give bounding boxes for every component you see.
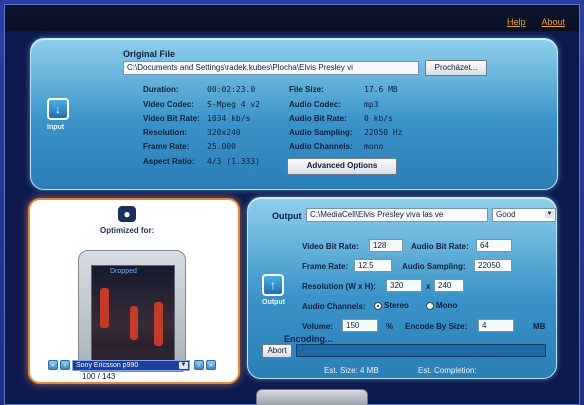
frame-rate-label: Frame Rate: (143, 142, 190, 151)
prev-icon[interactable]: ‹ (60, 360, 70, 370)
estimated-size: Est. Size: 4 MB (324, 366, 379, 375)
file-size-label: File Size: (289, 85, 324, 94)
top-bar: Help About (5, 5, 579, 31)
device-icon: ● (118, 206, 136, 222)
audio-sampling-label: Audio Sampling: (402, 262, 466, 271)
next-icon[interactable]: › (194, 360, 204, 370)
output-path-field[interactable]: C:\MediaCell\Elvis Presley viva las ve (306, 208, 488, 222)
video-bit-rate-input[interactable]: 128 (369, 239, 403, 252)
top-links: Help About (507, 17, 565, 27)
audio-channels-value: mono (364, 142, 384, 151)
next-last-icon[interactable]: » (206, 360, 216, 370)
chevron-down-icon: ▼ (545, 211, 554, 218)
input-section-label: Input (47, 124, 65, 131)
device-select[interactable]: Sony Ericsson p990 ▼ (72, 360, 190, 371)
radio-selected-icon (374, 301, 382, 310)
radio-unselected-icon (426, 301, 434, 310)
output-icon: ↑ (262, 274, 284, 296)
video-preview-screen: Dropped (91, 265, 175, 365)
audio-bit-rate-value: 0 kb/s (364, 114, 393, 123)
device-counter: 100 / 143 (82, 372, 116, 381)
audio-codec-value: mp3 (364, 100, 379, 109)
performer-figure (100, 288, 109, 328)
audio-codec-label: Audio Codec: (289, 100, 341, 109)
stereo-radio[interactable]: Stereo (374, 301, 409, 310)
output-path-label: Output (272, 211, 302, 221)
bottom-control-tab[interactable] (256, 389, 368, 405)
audio-bit-rate-label: Audio Bit Rate: (411, 242, 469, 251)
device-select-value: Sony Ericsson p990 (76, 362, 139, 369)
input-path-field[interactable]: C:\Documents and Settings\radek.kubes\Pl… (123, 61, 419, 75)
encode-size-unit: MB (533, 322, 546, 331)
browse-button[interactable]: Procházet... (425, 60, 487, 76)
frame-rate-value: 25.000 (207, 142, 236, 151)
mono-label: Mono (436, 301, 458, 310)
encoding-progress-bar (296, 344, 546, 357)
volume-unit: % (386, 322, 394, 331)
phone-image: Dropped (78, 250, 186, 372)
encode-by-size-label: Encode By Size: (405, 322, 468, 331)
screen-overlay-text: Dropped (110, 268, 137, 275)
audio-sampling-label: Audio Sampling: (289, 128, 353, 137)
quality-select[interactable]: Good ▼ (492, 208, 556, 222)
resolution-height-input[interactable]: 240 (434, 279, 464, 292)
resolution-width-input[interactable]: 320 (386, 279, 422, 292)
quality-select-value: Good (496, 210, 516, 219)
frame-rate-label: Frame Rate: (302, 262, 349, 271)
aspect-ratio-label: Aspect Ratio: (143, 157, 195, 166)
input-icon: ↓ (47, 98, 69, 120)
stereo-label: Stereo (384, 301, 409, 310)
volume-label: Volume: (302, 322, 333, 331)
audio-channels-label: Audio Channels: (289, 142, 353, 151)
chevron-down-icon: ▼ (179, 362, 188, 369)
audio-bit-rate-label: Audio Bit Rate: (289, 114, 347, 123)
input-panel: ↓ Input Original File C:\Documents and S… (30, 38, 558, 190)
video-bit-rate-label: Video Bit Rate: (143, 114, 200, 123)
mono-radio[interactable]: Mono (426, 301, 457, 310)
aspect-ratio-value: 4/3 (1.333) (207, 157, 260, 166)
resolution-label: Resolution: (143, 128, 187, 137)
duration-value: 00:02:23.0 (207, 85, 256, 94)
video-bit-rate-label: Video Bit Rate: (302, 242, 359, 251)
file-size-value: 17.6 MB (364, 85, 398, 94)
video-codec-label: Video Codec: (143, 100, 194, 109)
prev-first-icon[interactable]: « (48, 360, 58, 370)
resolution-separator: x (426, 282, 431, 291)
estimated-completion: Est. Completion: (418, 366, 477, 375)
volume-input[interactable]: 150 (342, 319, 378, 332)
output-section-label: Output (262, 299, 285, 306)
device-preview-panel: ● Optimized for: Dropped « ‹ Sony Ericss… (28, 198, 240, 384)
encoding-status: Encoding... (284, 334, 333, 344)
audio-sampling-value: 22050 Hz (364, 128, 403, 137)
original-file-label: Original File (123, 49, 176, 59)
advanced-options-button[interactable]: Advanced Options (287, 158, 397, 175)
frame-rate-input[interactable]: 12.5 (354, 259, 392, 272)
about-link[interactable]: About (541, 17, 565, 27)
duration-label: Duration: (143, 85, 179, 94)
performer-figure (154, 302, 163, 346)
optimized-for-label: Optimized for: (100, 226, 155, 235)
performer-figure (130, 306, 138, 340)
output-panel: Output C:\MediaCell\Elvis Presley viva l… (247, 197, 557, 379)
audio-channels-label: Audio Channels: (302, 302, 366, 311)
video-bit-rate-value: 1034 kb/s (207, 114, 251, 123)
audio-sampling-input[interactable]: 22050 (474, 259, 512, 272)
encode-size-input[interactable]: 4 (478, 319, 514, 332)
help-link[interactable]: Help (507, 17, 526, 27)
resolution-label: Resolution (W x H): (302, 282, 376, 291)
video-codec-value: S-Mpeg 4 v2 (207, 100, 260, 109)
resolution-value: 320x240 (207, 128, 241, 137)
audio-bit-rate-input[interactable]: 64 (476, 239, 512, 252)
abort-button[interactable]: Abort (262, 344, 292, 358)
